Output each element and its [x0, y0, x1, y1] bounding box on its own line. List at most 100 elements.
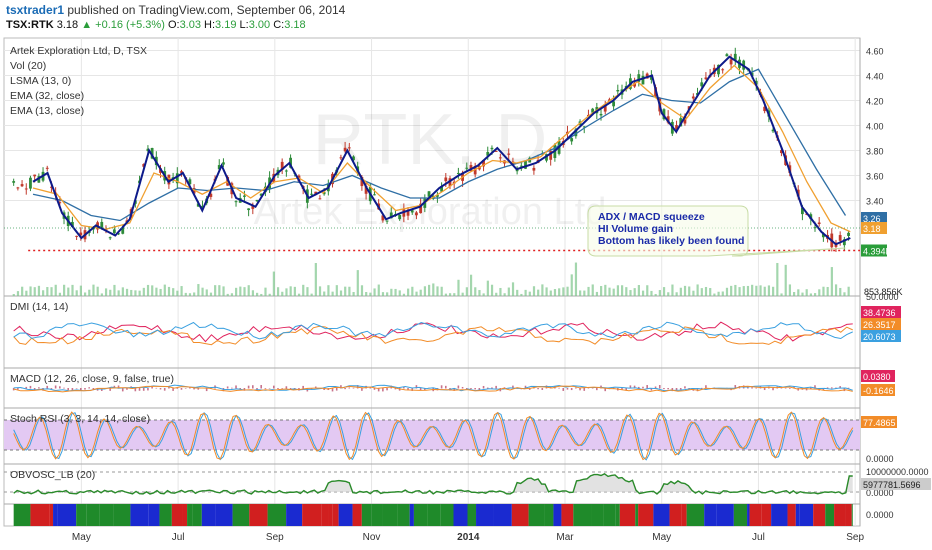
macd-hist-bar	[281, 388, 283, 389]
username-link[interactable]: tsxtrader1	[6, 3, 64, 17]
macd-hist-bar	[180, 388, 183, 390]
candle-body	[12, 181, 16, 183]
macd-hist-bar	[172, 388, 174, 391]
macd-hist-bar	[25, 386, 28, 389]
volume-bar	[486, 280, 489, 296]
macd-hist-bar	[570, 388, 573, 391]
volume-bar	[683, 285, 687, 296]
macd-badge-label: 0.0380	[863, 372, 891, 382]
obv-title: OBVOSC_LB (20)	[10, 469, 95, 481]
obv-badge-label: 5977781.5696	[863, 480, 921, 490]
volume-bar	[843, 292, 846, 296]
volume-bar	[713, 293, 716, 296]
volume-bar	[482, 293, 485, 296]
y-tick-label: 3.80	[866, 147, 884, 157]
candle-body	[243, 195, 246, 197]
watermark-ticker: RTK, D	[313, 100, 548, 180]
volume-bar	[457, 279, 460, 296]
macd-title: MACD (12, 26, close, 9, false, true)	[10, 373, 174, 385]
volume-bar	[159, 288, 162, 296]
trend-bar	[192, 504, 202, 526]
volume-bar	[495, 292, 498, 296]
trend-bar	[749, 504, 762, 526]
macd-hist-bar	[235, 385, 237, 389]
trend-bar	[338, 504, 353, 526]
volume-bar	[583, 290, 586, 296]
candle-body	[112, 229, 116, 234]
volume-bar	[579, 290, 582, 296]
volume-bar	[436, 286, 439, 296]
volume-bar	[562, 287, 565, 296]
volume-bar	[730, 285, 733, 296]
volume-bar	[604, 284, 607, 296]
dmi-tick: 50.0000	[866, 292, 899, 302]
dmi-badge-label: 26.3517	[863, 320, 896, 330]
trend-bar	[686, 504, 705, 526]
trend-bar	[845, 504, 852, 526]
trend-bar	[591, 504, 604, 526]
volume-bar	[193, 292, 196, 296]
macd-hist-bar	[67, 388, 70, 391]
volume-bar	[570, 274, 573, 296]
trend-bar	[332, 504, 339, 526]
trend-bar	[820, 504, 826, 526]
macd-hist-bar	[264, 388, 267, 389]
trend-bar	[286, 504, 303, 526]
macd-hist-bar	[537, 388, 539, 390]
high-value: 3.19	[215, 19, 237, 31]
macd-hist-bar	[50, 388, 53, 389]
volume-bar	[625, 287, 628, 296]
candle-body	[398, 214, 402, 220]
volume-bar	[58, 292, 62, 296]
x-tick-label: May	[72, 532, 91, 543]
volume-bar	[381, 292, 385, 296]
volume-bar	[109, 289, 112, 296]
volume-bar	[281, 291, 284, 296]
volume-bar	[79, 285, 82, 296]
symbol[interactable]: TSX:RTK	[6, 19, 54, 31]
y-tick-label: 3.60	[866, 172, 884, 182]
trend-bar	[493, 504, 512, 526]
trend-bar	[733, 504, 748, 526]
candle-body	[490, 147, 494, 150]
candle-body	[507, 153, 511, 155]
x-tick-label: Sep	[266, 532, 284, 543]
candle-body	[45, 167, 49, 169]
open-label: O:	[167, 19, 180, 31]
trend-bar	[635, 504, 639, 526]
volume-bar	[415, 291, 418, 296]
macd-hist-bar	[226, 386, 229, 389]
macd-hist-bar	[482, 385, 485, 389]
macd-hist-bar	[159, 388, 162, 390]
candle-body	[721, 69, 725, 71]
volume-bar	[608, 287, 611, 296]
macd-hist-bar	[260, 385, 262, 389]
open-value: 3.03	[179, 19, 201, 31]
macd-hist-bar	[658, 385, 661, 389]
volume-bar	[314, 263, 317, 296]
trend-bar	[544, 504, 554, 526]
volume-bar	[226, 293, 229, 296]
volume-bar	[776, 262, 779, 296]
volume-bar	[352, 292, 355, 296]
volume-bar	[772, 286, 775, 296]
volume-bar	[276, 287, 280, 296]
volume-bar	[235, 287, 238, 296]
volume-bar	[813, 293, 817, 296]
volume-bar	[553, 289, 557, 296]
volume-bar	[247, 285, 250, 296]
macd-hist-bar	[566, 388, 569, 390]
volume-bar	[465, 287, 468, 296]
volume-bar	[29, 286, 32, 296]
candle-body	[16, 187, 20, 189]
volume-bar	[297, 293, 301, 296]
volume-bar	[222, 286, 225, 296]
chart-canvas[interactable]: 4.60 4.40 4.20 4.00 3.80 3.60 3.40 RTK, D Artek …	[0, 34, 932, 550]
x-tick-label: May	[652, 532, 671, 543]
trend-bar	[361, 504, 372, 526]
trend-bar	[159, 504, 172, 526]
volume-bar	[402, 293, 406, 296]
candle-body	[347, 147, 351, 149]
candle-body	[725, 54, 729, 57]
trend-bar	[795, 504, 800, 526]
